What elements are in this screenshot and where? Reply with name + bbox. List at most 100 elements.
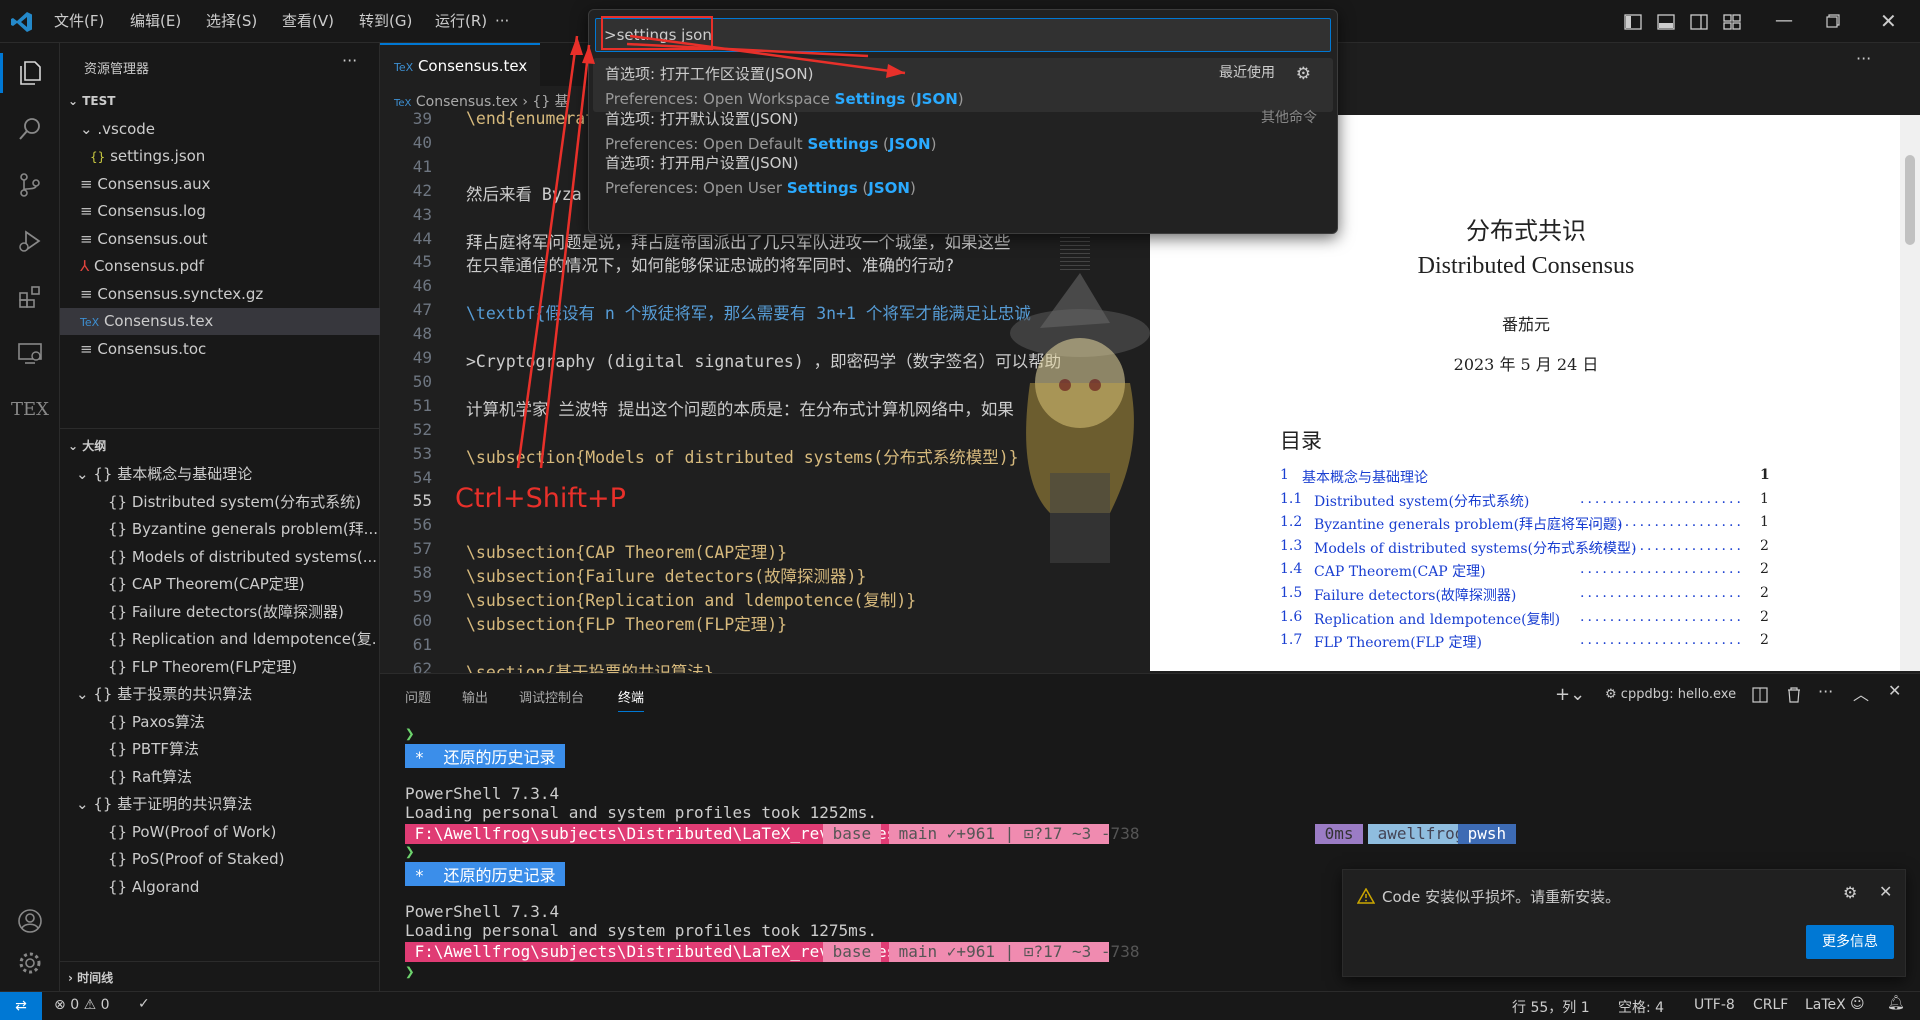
tex-icon[interactable]: TEX	[10, 389, 50, 429]
preview-scrollbar[interactable]	[1900, 115, 1920, 671]
cursor-position[interactable]: 行 55，列 1	[1512, 997, 1590, 1017]
outline-item[interactable]: {} Raft算法	[108, 764, 378, 791]
search-icon[interactable]	[10, 109, 50, 149]
configure-keybinding-gear-icon[interactable]: ⚙	[1296, 64, 1311, 84]
maximize-panel-icon[interactable]: ︿	[1853, 681, 1869, 705]
tab-debug-console[interactable]: 调试控制台	[519, 687, 584, 706]
toc-entry[interactable]: 1.5 Failure detectors(故障探测器).............…	[1280, 585, 1780, 607]
code-line: \section{基于投票的共识算法}	[466, 662, 714, 673]
minimize-icon[interactable]: —	[1775, 10, 1793, 31]
command-item[interactable]: 首选项: 打开用户设置(JSON) Preferences: Open User …	[593, 147, 1333, 201]
tree-item-aux[interactable]: ≡ Consensus.aux	[80, 171, 370, 198]
customize-layout-icon[interactable]	[1723, 13, 1741, 31]
outline-item[interactable]: {} CAP Theorem(CAP定理)	[108, 571, 378, 598]
sidebar-more-icon[interactable]: ···	[342, 51, 357, 70]
toc-entry[interactable]: 1.4 CAP Theorem(CAP 定理)..................…	[1280, 561, 1780, 583]
new-terminal-icon[interactable]: +⌄	[1555, 684, 1585, 705]
folder-header[interactable]: ⌄ TEST	[68, 88, 368, 115]
indentation[interactable]: 空格: 4	[1618, 997, 1664, 1017]
menu-selection[interactable]: 选择(S)	[196, 0, 267, 43]
menu-view[interactable]: 查看(V)	[272, 0, 344, 43]
preview-more-icon[interactable]: ···	[1856, 49, 1871, 68]
remote-explorer-icon[interactable]	[10, 333, 50, 373]
tree-item-vscode[interactable]: ⌄ .vscode	[80, 116, 370, 143]
more-info-button[interactable]: 更多信息	[1806, 925, 1894, 959]
menu-go[interactable]: 转到(G)	[349, 0, 422, 43]
braces-icon: {}	[108, 713, 128, 731]
tab-output[interactable]: 输出	[462, 687, 488, 706]
notifications-bell-icon[interactable]: 🔔︎	[1887, 995, 1905, 1011]
language-mode[interactable]: LaTeX	[1805, 997, 1846, 1013]
outline-header[interactable]: ⌄ 大纲	[68, 433, 368, 460]
toc-entry[interactable]: 1.7 FLP Theorem(FLP 定理)..................…	[1280, 632, 1780, 654]
run-debug-icon[interactable]	[10, 221, 50, 261]
toc-entry[interactable]: 1.6 Replication and ldempotence(复制)......…	[1280, 609, 1780, 631]
toc-leader: .................................	[1580, 561, 1740, 578]
panel-more-icon[interactable]: ···	[1818, 682, 1833, 701]
remote-indicator-icon[interactable]: ⇄	[0, 992, 42, 1020]
outline-section-1[interactable]: ⌄ {} 基本概念与基础理论	[76, 461, 376, 488]
tree-item-tex-selected[interactable]: TeX Consensus.tex	[60, 308, 380, 335]
tab-consensus-tex[interactable]: TeX Consensus.tex	[380, 43, 540, 86]
braces-icon: {}	[108, 740, 128, 758]
outline-item[interactable]: {} Models of distributed systems(...	[108, 544, 378, 571]
toc-number: 1.4	[1280, 561, 1303, 578]
code-line: 计算机学家 兰波特 提出这个问题的本质是：在分布式计算机网络中，如果	[466, 399, 1014, 419]
outline-item[interactable]: {} FLP Theorem(FLP定理)	[108, 654, 378, 681]
manage-gear-icon[interactable]	[10, 943, 50, 983]
menu-edit[interactable]: 编辑(E)	[120, 0, 191, 43]
problems-status[interactable]: ⊗ 0 ⚠ 0	[54, 997, 110, 1013]
tree-item-toc[interactable]: ≡ Consensus.toc	[80, 336, 370, 363]
close-window-icon[interactable]: ✕	[1880, 9, 1897, 33]
outline-item[interactable]: {} Byzantine generals problem(拜...	[108, 516, 378, 543]
restore-icon[interactable]	[1826, 14, 1840, 28]
notification-close-icon[interactable]: ✕	[1879, 882, 1892, 901]
outline-item[interactable]: {} Paxos算法	[108, 709, 378, 736]
toggle-primary-sidebar-icon[interactable]	[1624, 13, 1642, 31]
toc-entry[interactable]: 1.3 Models of distributed systems(分布式系统模型…	[1280, 538, 1780, 560]
terminal-selector[interactable]: ⚙ cppdbg: hello.exe	[1605, 687, 1736, 702]
outline-item[interactable]: {} Replication and ldempotence(复...	[108, 626, 378, 653]
breadcrumb[interactable]: TeX Consensus.tex › {} 基	[394, 91, 569, 111]
toggle-panel-icon[interactable]	[1657, 13, 1675, 31]
toc-entry[interactable]: 1.2 Byzantine generals problem(拜占庭将军问题)..…	[1280, 514, 1780, 536]
toc-entry[interactable]: 1.1 Distributed system(分布式系统)............…	[1280, 491, 1780, 513]
encoding[interactable]: UTF-8	[1694, 997, 1735, 1013]
outline-item[interactable]: {} PBTF算法	[108, 736, 378, 763]
outline-section-3[interactable]: ⌄ {} 基于证明的共识算法	[76, 791, 376, 818]
tree-item-out[interactable]: ≡ Consensus.out	[80, 226, 370, 253]
menu-more[interactable]: ···	[485, 0, 519, 43]
close-panel-icon[interactable]: ✕	[1888, 681, 1901, 700]
tree-item-synctex[interactable]: ≡ Consensus.synctex.gz	[80, 281, 370, 308]
toc-entry[interactable]: 1 基本概念与基础理论 1	[1280, 467, 1780, 489]
tree-item-settings-json[interactable]: {} settings.json	[90, 143, 370, 170]
explorer-icon[interactable]	[10, 53, 50, 93]
tab-terminal[interactable]: 终端	[618, 687, 645, 712]
outline-item[interactable]: {} Algorand	[108, 874, 378, 901]
menu-file[interactable]: 文件(F)	[44, 0, 114, 43]
line-number: 43	[412, 204, 432, 224]
tex-file-icon: TeX	[80, 316, 100, 329]
outline-item[interactable]: {} PoS(Proof of Staked)	[108, 846, 378, 873]
notification-settings-gear-icon[interactable]: ⚙	[1843, 883, 1857, 902]
outline-item[interactable]: {} PoW(Proof of Work)	[108, 819, 378, 846]
tree-item-log[interactable]: ≡ Consensus.log	[80, 198, 370, 225]
command-tag: 其他命令	[1261, 109, 1317, 126]
scroll-thumb[interactable]	[1905, 155, 1915, 245]
toggle-secondary-sidebar-icon[interactable]	[1690, 13, 1708, 31]
check-icon[interactable]: ✓	[138, 996, 150, 1012]
tree-item-pdf[interactable]: ⅄ Consensus.pdf	[80, 253, 370, 280]
kill-terminal-trash-icon[interactable]	[1786, 686, 1802, 703]
timeline-header[interactable]: › 时间线	[68, 965, 368, 992]
source-control-icon[interactable]	[10, 165, 50, 205]
outline-section-2[interactable]: ⌄ {} 基于投票的共识算法	[76, 681, 376, 708]
feedback-icon[interactable]: ☺	[1850, 996, 1865, 1012]
toc-text: Replication and ldempotence(复制)	[1314, 611, 1561, 628]
tab-problems[interactable]: 问题	[405, 687, 431, 706]
extensions-icon[interactable]	[10, 277, 50, 317]
end-of-line[interactable]: CRLF	[1753, 997, 1788, 1013]
outline-item[interactable]: {} Failure detectors(故障探测器)	[108, 599, 378, 626]
split-terminal-icon[interactable]	[1752, 687, 1768, 703]
outline-item[interactable]: {} Distributed system(分布式系统)	[108, 489, 378, 516]
accounts-icon[interactable]	[10, 901, 50, 941]
